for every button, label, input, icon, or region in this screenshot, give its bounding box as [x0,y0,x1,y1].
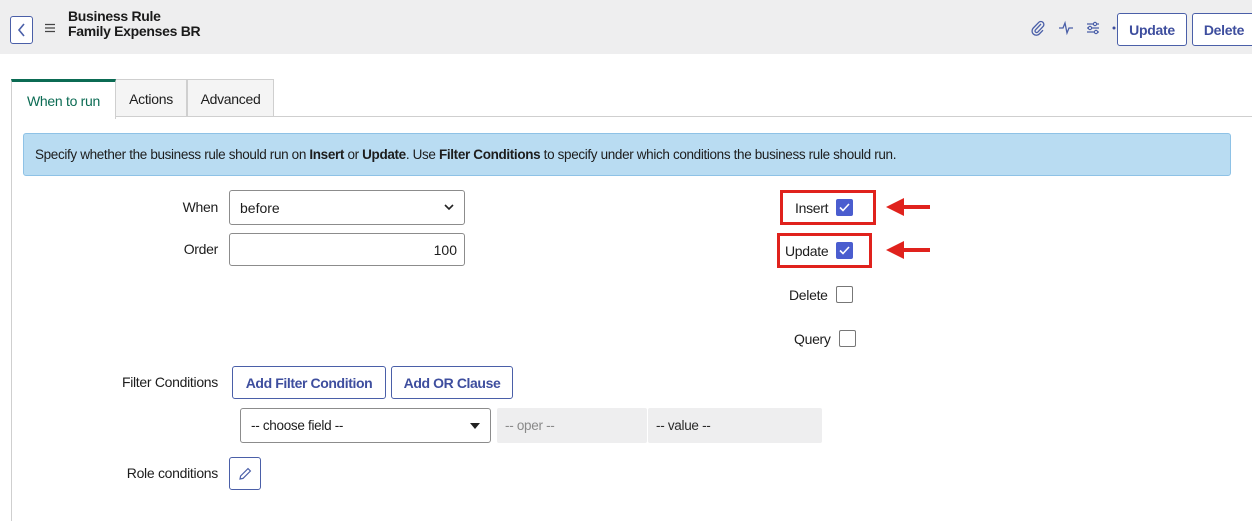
choose-field-select[interactable]: -- choose field -- [240,408,491,443]
settings-sliders-icon[interactable] [1085,20,1101,40]
update-checkbox-row[interactable]: Update [785,242,854,259]
delete-checkbox[interactable] [835,286,853,303]
delete-button[interactable]: Delete [1192,13,1252,46]
add-filter-condition-button[interactable]: Add Filter Condition [232,366,386,399]
chevron-down-icon [444,204,454,211]
value-field: -- value -- [648,408,822,443]
info-message: Specify whether the business rule should… [23,133,1231,176]
record-type: Business Rule [68,8,161,24]
order-input[interactable]: 100 [229,233,465,266]
when-value: before [240,199,280,216]
caret-down-icon [470,422,480,429]
update-button[interactable]: Update [1117,13,1187,46]
menu-icon[interactable] [44,22,56,38]
check-icon [839,246,850,255]
tab-actions[interactable]: Actions [115,79,187,117]
filter-conditions-label: Filter Conditions [121,374,218,390]
pencil-icon [239,467,252,480]
insert-label: Insert [795,199,829,216]
when-label: When [182,199,219,215]
delete-label: Delete [789,286,828,303]
edit-role-conditions-button[interactable] [229,457,261,490]
check-icon [839,203,850,212]
back-icon [17,23,25,37]
paperclip-icon[interactable] [1030,20,1046,40]
insert-checkbox-row[interactable]: Insert [795,199,854,216]
record-title: Business Rule Family Expenses BR [68,8,201,39]
tab-when-to-run[interactable]: When to run [11,79,116,119]
tab-panel [11,116,1252,521]
arrow-left-icon [886,241,930,259]
operator-select: -- oper -- [497,408,647,443]
activity-icon[interactable] [1058,20,1074,40]
when-select[interactable]: before [229,190,465,225]
update-label: Update [785,242,829,259]
order-label: Order [183,241,219,257]
role-conditions-label: Role conditions [126,465,219,481]
query-checkbox-row[interactable]: Query [794,330,856,347]
arrow-left-icon [886,198,930,216]
delete-checkbox-row[interactable]: Delete [789,286,853,303]
back-button[interactable] [10,16,33,44]
update-checkbox[interactable] [836,242,854,259]
query-label: Query [794,330,831,347]
insert-checkbox[interactable] [836,199,854,216]
record-name: Family Expenses BR [68,23,201,39]
form-header: Business Rule Family Expenses BR Update … [0,0,1252,54]
choose-field-placeholder: -- choose field -- [251,418,344,433]
tab-advanced[interactable]: Advanced [187,79,274,117]
query-checkbox[interactable] [838,330,856,347]
add-or-clause-button[interactable]: Add OR Clause [391,366,513,399]
order-value: 100 [433,241,457,258]
